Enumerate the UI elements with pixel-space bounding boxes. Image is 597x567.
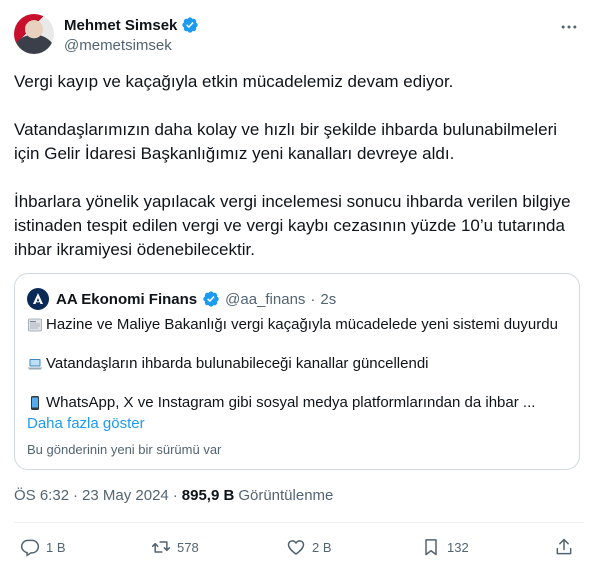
tweet-date[interactable]: 23 May 2024 — [82, 487, 169, 504]
separator-dot: · — [73, 487, 79, 504]
like-button[interactable]: 2 B — [286, 537, 332, 557]
verified-badge-icon — [202, 290, 220, 308]
separator-dot: · — [172, 487, 178, 504]
retweet-icon — [151, 541, 171, 553]
quoted-tweet-header: AA Ekonomi Finans @aa_finans · 2s — [27, 288, 336, 310]
quoted-timestamp[interactable]: 2s — [320, 291, 336, 308]
tweet-time[interactable]: ÖS 6:32 — [14, 487, 69, 504]
author-name-row: Mehmet Simsek — [64, 16, 199, 34]
bookmark-button[interactable]: 132 — [421, 537, 469, 557]
reply-icon — [20, 539, 40, 557]
show-more-link[interactable]: Daha fazla göster — [27, 415, 145, 432]
separator-dot: · — [310, 290, 316, 308]
quoted-line: Hazine ve Maliye Bakanlığı vergi kaçağıy… — [27, 316, 558, 333]
views-count: 895,9 B — [181, 487, 235, 504]
reply-button[interactable]: 1 B — [20, 537, 66, 557]
share-icon — [556, 538, 572, 555]
quoted-author-name[interactable]: AA Ekonomi Finans — [56, 291, 197, 308]
share-button[interactable] — [554, 537, 574, 557]
tweet-text: Vergi kayıp ve kaçağıyla etkin mücadelem… — [14, 70, 574, 286]
tweet-paragraph: İhbarlara yönelik yapılacak vergi incele… — [14, 192, 571, 259]
author-handle[interactable]: @memetsimsek — [64, 37, 172, 54]
tweet-paragraph: Vergi kayıp ve kaçağıyla etkin mücadelem… — [14, 72, 454, 91]
quoted-line-text: Vatandaşların ihbarda bulunabileceği kan… — [46, 355, 429, 372]
divider — [14, 522, 584, 523]
mobile-phone-icon — [31, 395, 39, 410]
quoted-tweet[interactable]: AA Ekonomi Finans @aa_finans · 2s Hazine… — [14, 273, 580, 470]
more-icon[interactable] — [558, 16, 580, 38]
retweet-button[interactable]: 578 — [151, 537, 199, 557]
quoted-line: Vatandaşların ihbarda bulunabileceği kan… — [27, 355, 429, 372]
action-bar: 1 B 578 2 B 132 — [14, 533, 584, 563]
reply-count: 1 B — [46, 539, 66, 555]
quoted-author-handle: @aa_finans — [225, 290, 306, 308]
avatar[interactable] — [14, 14, 54, 54]
like-count: 2 B — [312, 539, 332, 555]
laptop-icon — [28, 358, 42, 369]
quoted-line: WhatsApp, X ve Instagram gibi sosyal med… — [27, 394, 535, 411]
new-version-note: Bu gönderinin yeni bir sürümü var — [27, 442, 222, 457]
quoted-line-text: WhatsApp, X ve Instagram gibi sosyal med… — [46, 394, 536, 411]
tweet-meta: ÖS 6:32 · 23 May 2024 · 895,9 B Görüntül… — [14, 487, 333, 504]
heart-icon — [287, 540, 305, 556]
tweet-header: Mehmet Simsek @memetsimsek — [14, 14, 584, 58]
tweet-paragraph: Vatandaşlarımızın daha kolay ve hızlı bi… — [14, 120, 558, 163]
verified-badge-icon — [181, 16, 199, 34]
retweet-count: 578 — [177, 539, 199, 555]
newspaper-icon — [28, 318, 42, 331]
views-label: Görüntülenme — [238, 487, 334, 504]
quoted-avatar — [27, 288, 49, 310]
bookmark-count: 132 — [447, 539, 469, 555]
author-name[interactable]: Mehmet Simsek — [64, 17, 177, 34]
bookmark-icon — [425, 539, 437, 556]
quoted-line-text: Hazine ve Maliye Bakanlığı vergi kaçağıy… — [46, 316, 558, 333]
